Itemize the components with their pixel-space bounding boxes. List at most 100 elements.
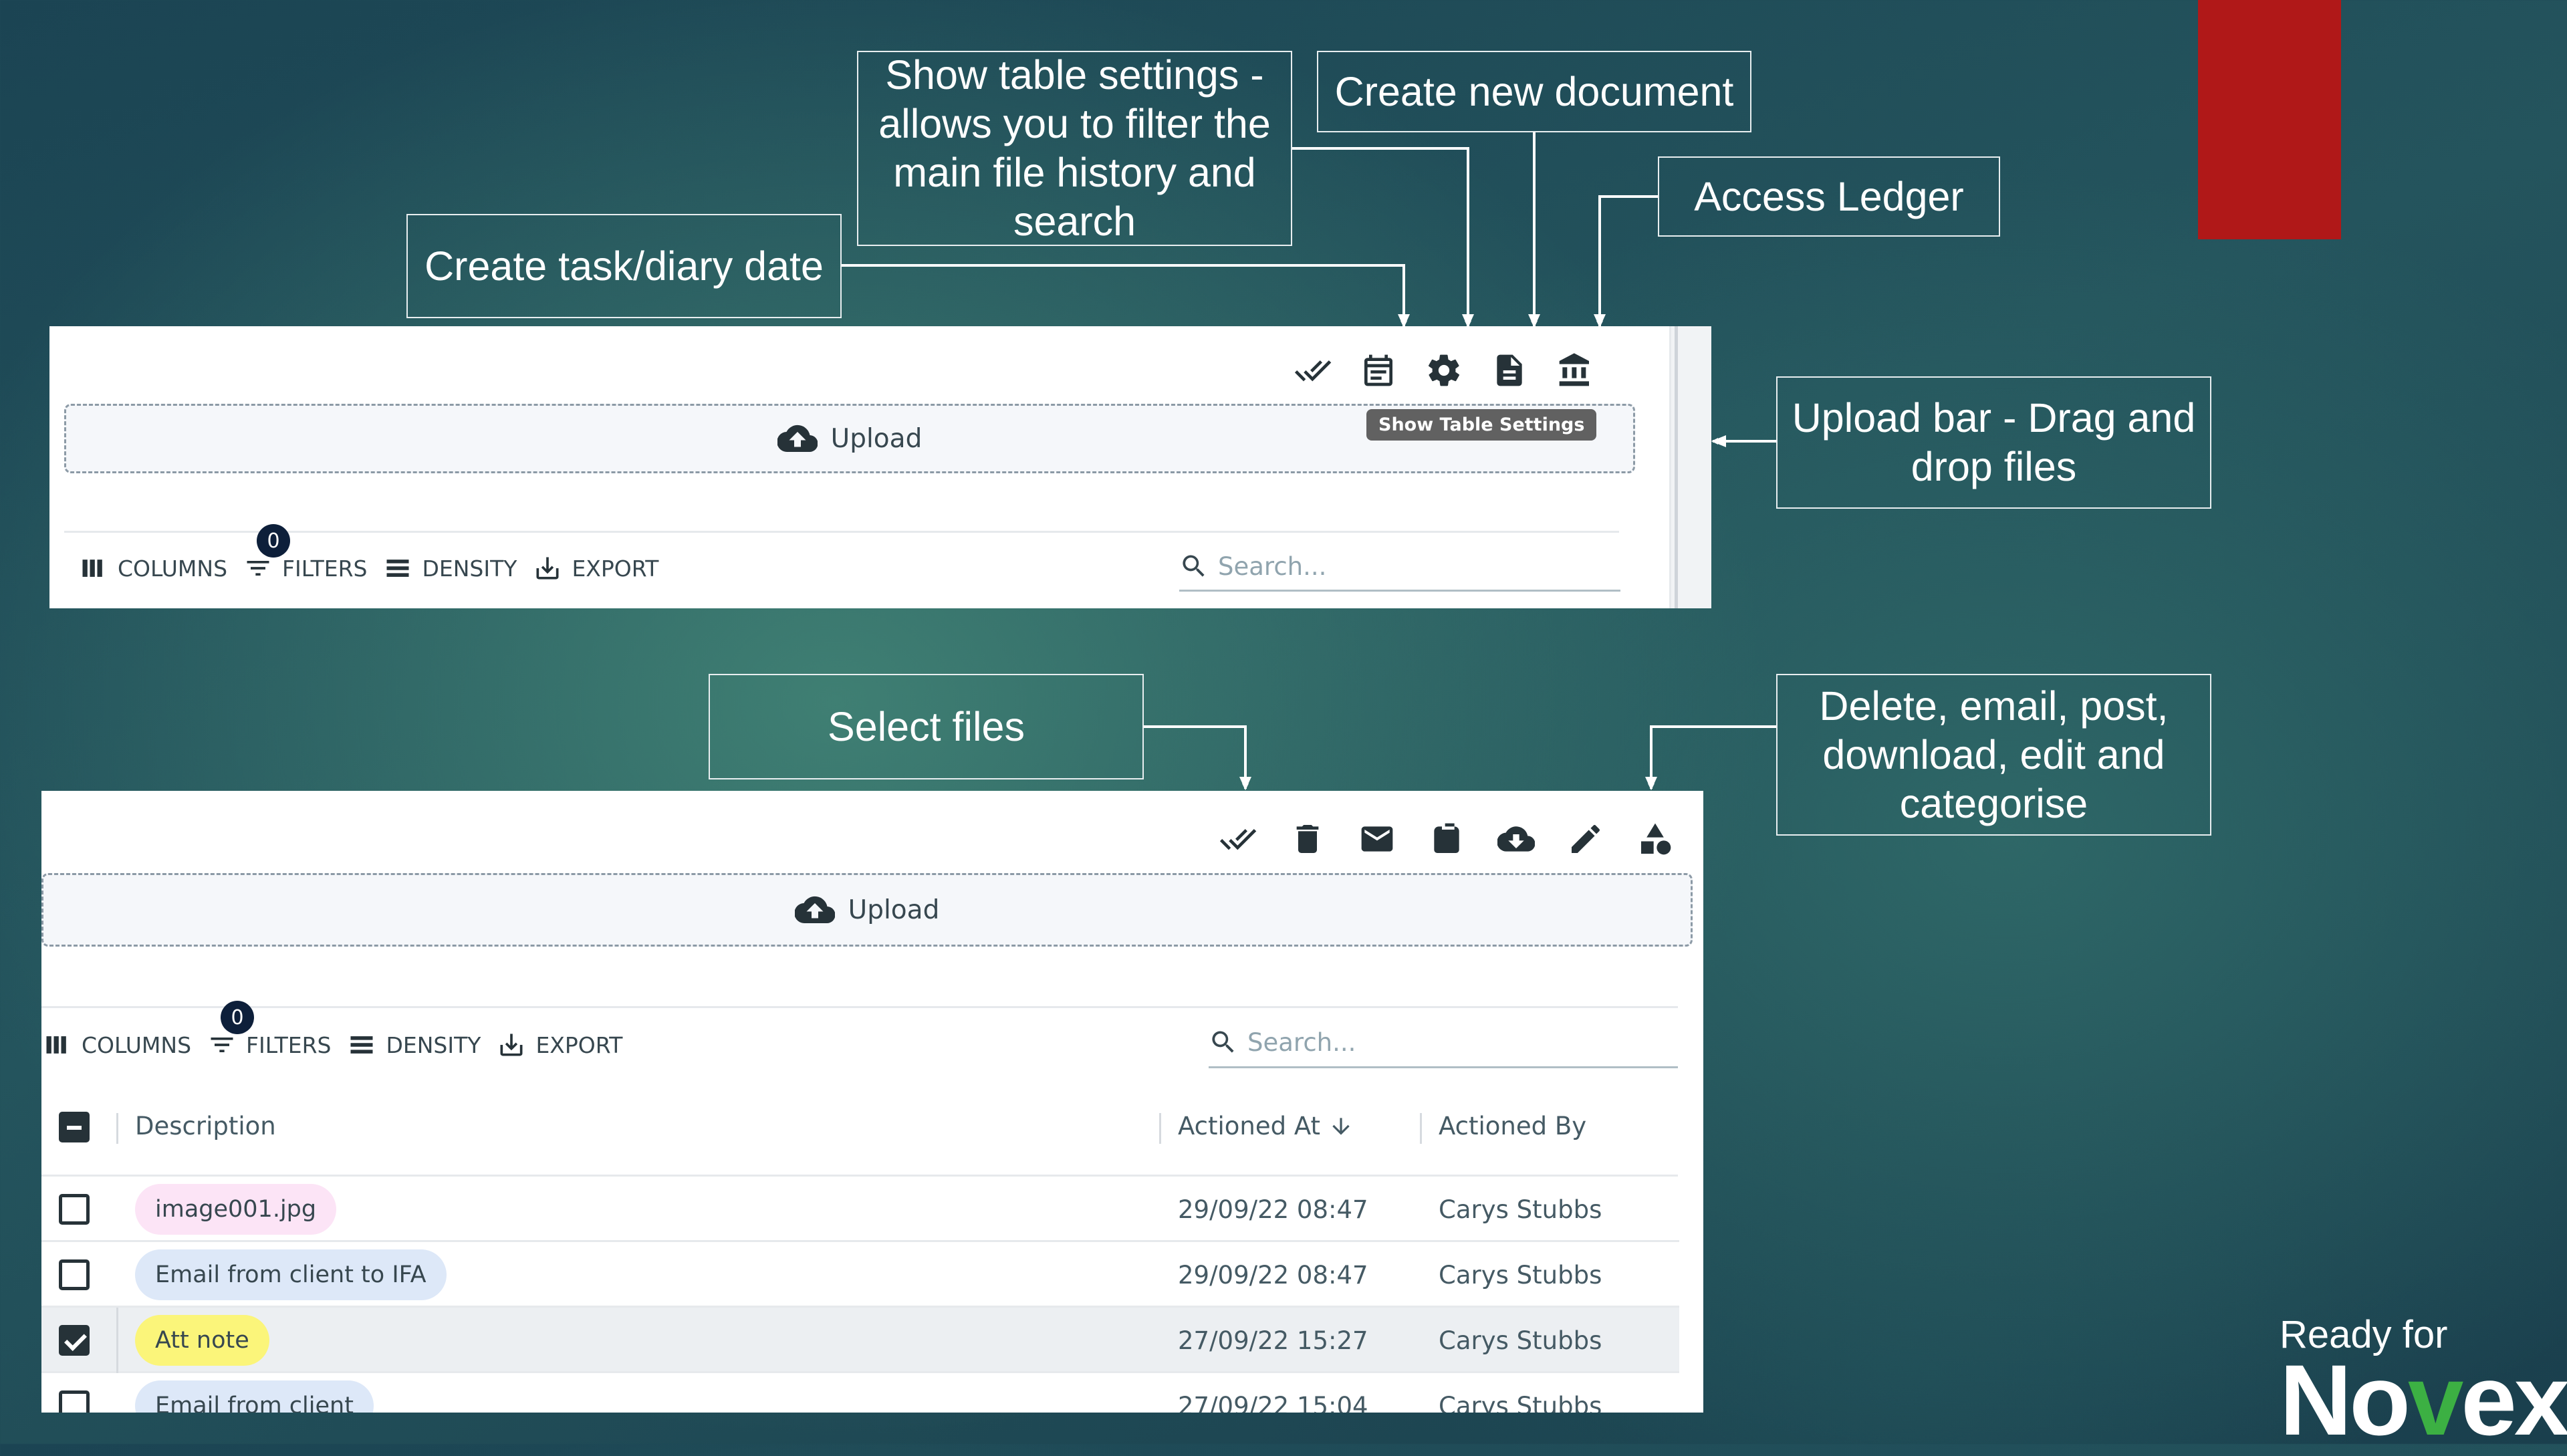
filters-button[interactable]: 0 FILTERS	[243, 524, 368, 583]
grid-toolbar: COLUMNS 0 FILTERS DENSITY EXPORT	[79, 524, 675, 583]
actioned-at-cell: 27/09/22 15:27	[1178, 1326, 1368, 1355]
actioned-by-cell: Carys Stubbs	[1439, 1195, 1602, 1224]
filter-count-badge: 0	[221, 1001, 255, 1034]
description-pill[interactable]: image001.jpg	[135, 1184, 337, 1235]
file-history-panel-top: Upload Show Table Settings COLUMNS 0 FIL…	[49, 326, 1711, 608]
callout-access-ledger: Access Ledger	[1658, 156, 2000, 237]
table-row-selected[interactable]: Att note 27/09/22 15:27 Carys Stubbs	[41, 1308, 1679, 1373]
brand-logo: Ready for Novex	[2280, 1314, 2567, 1451]
column-separator	[1420, 1113, 1422, 1144]
double-check-icon[interactable]	[1214, 815, 1262, 863]
density-button[interactable]: DENSITY	[347, 1030, 481, 1060]
search-placeholder: Search...	[1247, 1027, 1356, 1057]
trash-icon[interactable]	[1284, 815, 1332, 863]
table-row[interactable]: image001.jpg 29/09/22 08:47 Carys Stubbs	[41, 1177, 1679, 1242]
column-separator	[1159, 1113, 1161, 1144]
filter-icon	[211, 1038, 233, 1052]
callout-new-document: Create new document	[1317, 51, 1751, 132]
export-label: EXPORT	[572, 555, 659, 582]
callout-actions: Delete, email, post, download, edit and …	[1776, 674, 2211, 836]
table-row[interactable]: Email from client to IFA 29/09/22 08:47 …	[41, 1242, 1679, 1308]
filters-label: FILTERS	[282, 555, 368, 582]
density-button[interactable]: DENSITY	[383, 554, 517, 583]
mail-icon[interactable]	[1353, 815, 1401, 863]
upload-label: Upload	[830, 423, 923, 454]
brand-name-end: ex	[2461, 1344, 2567, 1456]
select-all-checkbox[interactable]	[59, 1112, 90, 1142]
callout-select-files: Select files	[709, 674, 1144, 779]
filters-label: FILTERS	[246, 1032, 332, 1058]
density-label: DENSITY	[386, 1032, 481, 1058]
upload-label: Upload	[848, 894, 940, 925]
export-label: EXPORT	[535, 1032, 623, 1058]
gear-icon[interactable]	[1420, 346, 1468, 394]
columns-icon	[82, 560, 102, 577]
column-header-actioned-by[interactable]: Actioned By	[1439, 1112, 1586, 1140]
cloud-upload-icon	[777, 424, 818, 453]
callout-table-settings: Show table settings - allows you to filt…	[857, 51, 1292, 246]
red-accent-block	[2198, 0, 2341, 239]
table-row[interactable]: Email from client 27/09/22 15:04 Carys S…	[41, 1373, 1679, 1413]
brand-name: Novex	[2280, 1350, 2567, 1450]
document-icon[interactable]	[1485, 346, 1534, 394]
column-header-description[interactable]: Description	[135, 1112, 276, 1140]
columns-label: COLUMNS	[118, 555, 228, 582]
filters-button[interactable]: 0 FILTERS	[207, 1001, 332, 1060]
description-pill[interactable]: Email from client	[135, 1380, 374, 1413]
export-icon	[536, 557, 559, 580]
column-separator	[116, 1308, 118, 1373]
density-label: DENSITY	[422, 555, 517, 582]
row-checkbox[interactable]	[59, 1390, 90, 1413]
table-settings-tooltip: Show Table Settings	[1366, 409, 1597, 441]
description-pill[interactable]: Att note	[135, 1315, 269, 1366]
export-button[interactable]: EXPORT	[533, 554, 658, 583]
grid-toolbar: COLUMNS 0 FILTERS DENSITY EXPORT	[43, 1001, 638, 1060]
search-input[interactable]: Search...	[1179, 543, 1620, 592]
filter-icon	[247, 561, 269, 576]
row-checkbox-checked[interactable]	[59, 1325, 90, 1356]
columns-button[interactable]: COLUMNS	[43, 1030, 191, 1060]
arrow-down-icon[interactable]	[1328, 1114, 1354, 1139]
column-header-actioned-at[interactable]: Actioned At	[1178, 1112, 1354, 1140]
export-icon	[500, 1034, 523, 1056]
density-icon	[350, 1036, 373, 1054]
row-checkbox[interactable]	[59, 1259, 90, 1290]
search-input[interactable]: Search...	[1209, 1018, 1678, 1068]
cloud-upload-icon	[794, 896, 835, 924]
export-button[interactable]: EXPORT	[497, 1030, 622, 1060]
cloud-download-icon[interactable]	[1492, 815, 1540, 863]
actioned-by-cell: Carys Stubbs	[1439, 1326, 1602, 1355]
row-checkbox[interactable]	[59, 1194, 90, 1225]
post-icon[interactable]	[1423, 815, 1471, 863]
upload-dropzone[interactable]: Upload	[41, 873, 1693, 947]
search-icon	[1183, 555, 1205, 577]
toolbar-divider	[41, 1006, 1678, 1008]
actioned-at-cell: 29/09/22 08:47	[1178, 1261, 1368, 1290]
toolbar-divider	[64, 531, 1619, 533]
actioned-by-cell: Carys Stubbs	[1439, 1392, 1602, 1413]
actioned-at-cell: 29/09/22 08:47	[1178, 1195, 1368, 1224]
pencil-icon[interactable]	[1562, 815, 1610, 863]
search-icon	[1212, 1031, 1234, 1053]
column-header-actioned-at-label: Actioned At	[1178, 1112, 1321, 1140]
density-icon	[386, 560, 409, 577]
callout-task-diary: Create task/diary date	[406, 214, 842, 318]
description-pill[interactable]: Email from client to IFA	[135, 1249, 447, 1300]
calendar-icon[interactable]	[1354, 346, 1402, 394]
brand-name-v: v	[2407, 1344, 2463, 1456]
panel-edge	[1675, 326, 1678, 608]
brand-name-start: No	[2280, 1344, 2411, 1456]
double-check-icon[interactable]	[1289, 346, 1337, 394]
bank-icon[interactable]	[1551, 346, 1599, 394]
search-placeholder: Search...	[1218, 552, 1327, 581]
file-history-panel-bottom: Upload COLUMNS 0 FILTERS DENSITY EXPORT …	[41, 791, 1703, 1413]
callout-upload-bar: Upload bar - Drag and drop files	[1776, 376, 2211, 509]
column-separator	[116, 1113, 118, 1144]
filter-count-badge: 0	[257, 524, 291, 558]
shapes-icon[interactable]	[1631, 815, 1679, 863]
columns-button[interactable]: COLUMNS	[79, 554, 227, 583]
columns-label: COLUMNS	[82, 1032, 192, 1058]
columns-icon	[46, 1036, 66, 1054]
actioned-by-cell: Carys Stubbs	[1439, 1261, 1602, 1290]
actioned-at-cell: 27/09/22 15:04	[1178, 1392, 1368, 1413]
